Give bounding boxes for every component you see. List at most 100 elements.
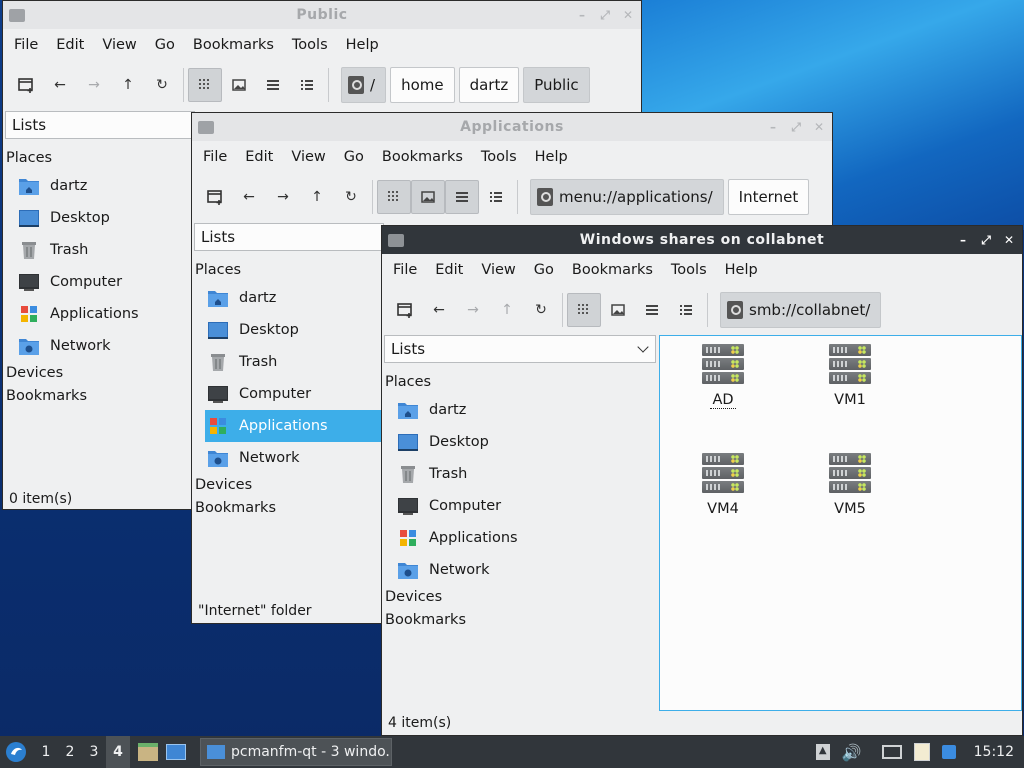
file-manager-launcher-icon[interactable] (138, 743, 158, 761)
workspace-1[interactable]: 1 (34, 744, 58, 760)
place-applications[interactable]: Applications (205, 410, 385, 442)
start-menu-icon[interactable] (0, 736, 32, 768)
menu-go[interactable]: Go (525, 262, 563, 278)
clock[interactable]: 15:12 (974, 744, 1014, 760)
crumb-home[interactable]: home (390, 67, 455, 103)
devices-heading[interactable]: Devices (195, 477, 252, 493)
new-tab-icon[interactable] (198, 180, 232, 214)
server-item[interactable]: VM1 (795, 344, 905, 408)
place-dartz[interactable]: dartz (6, 170, 196, 202)
places-heading[interactable]: Places (385, 374, 431, 390)
up-icon[interactable]: ↑ (111, 68, 145, 102)
menu-bookmarks[interactable]: Bookmarks (184, 37, 283, 53)
side-pane-mode-select[interactable]: Lists (194, 223, 384, 251)
compact-view-icon[interactable] (256, 68, 290, 102)
detailed-view-icon[interactable] (479, 180, 513, 214)
menu-view[interactable]: View (472, 262, 524, 278)
devices-heading[interactable]: Devices (385, 589, 442, 605)
place-dartz[interactable]: dartz (195, 282, 385, 314)
thumbnail-view-icon[interactable] (411, 180, 445, 214)
clipboard-icon[interactable] (913, 743, 930, 761)
new-tab-icon[interactable] (9, 68, 43, 102)
server-item[interactable]: AD (668, 344, 778, 409)
bookmarks-heading[interactable]: Bookmarks (195, 500, 276, 516)
place-network[interactable]: Network (385, 554, 655, 586)
bookmarks-heading[interactable]: Bookmarks (385, 612, 466, 628)
menu-view[interactable]: View (282, 149, 334, 165)
menu-go[interactable]: Go (335, 149, 373, 165)
minimize-icon[interactable]: – (766, 120, 780, 134)
place-applications[interactable]: Applications (6, 298, 196, 330)
crumb-internet[interactable]: Internet (727, 179, 810, 215)
menu-go[interactable]: Go (146, 37, 184, 53)
menu-bookmarks[interactable]: Bookmarks (563, 262, 662, 278)
place-applications[interactable]: Applications (385, 522, 655, 554)
location-path[interactable]: menu://applications/ (530, 179, 724, 215)
minimize-icon[interactable]: – (575, 8, 589, 22)
menu-tools[interactable]: Tools (662, 262, 716, 278)
thumbnail-view-icon[interactable] (222, 68, 256, 102)
window-shares[interactable]: Windows shares on collabnet – ⤢ ✕ File E… (381, 225, 1023, 736)
places-heading[interactable]: Places (195, 262, 241, 278)
reload-icon[interactable]: ↻ (145, 68, 179, 102)
back-icon[interactable]: ← (43, 68, 77, 102)
menu-bookmarks[interactable]: Bookmarks (373, 149, 472, 165)
icon-view-icon[interactable] (377, 180, 411, 214)
menu-edit[interactable]: Edit (47, 37, 93, 53)
side-pane-mode-select[interactable]: Lists (384, 335, 656, 363)
reload-icon[interactable]: ↻ (334, 180, 368, 214)
menu-edit[interactable]: Edit (426, 262, 472, 278)
place-network[interactable]: Network (6, 330, 196, 362)
reload-icon[interactable]: ↻ (524, 293, 558, 327)
back-icon[interactable]: ← (232, 180, 266, 214)
place-trash[interactable]: Trash (6, 234, 196, 266)
place-desktop[interactable]: Desktop (195, 314, 385, 346)
menu-tools[interactable]: Tools (283, 37, 337, 53)
icon-view-icon[interactable] (567, 293, 601, 327)
crumb-public[interactable]: Public (523, 67, 590, 103)
compact-view-icon[interactable] (445, 180, 479, 214)
new-tab-icon[interactable] (388, 293, 422, 327)
place-network[interactable]: Network (195, 442, 385, 474)
menu-help[interactable]: Help (526, 149, 577, 165)
forward-icon[interactable]: → (456, 293, 490, 327)
forward-icon[interactable]: → (266, 180, 300, 214)
crumb-dartz[interactable]: dartz (458, 67, 520, 103)
location-path[interactable]: smb://collabnet/ (720, 292, 882, 328)
volume-icon[interactable]: 🔊 (842, 743, 862, 762)
up-icon[interactable]: ↑ (490, 293, 524, 327)
place-trash[interactable]: Trash (195, 346, 385, 378)
place-desktop[interactable]: Desktop (6, 202, 196, 234)
task-button-pcmanfm[interactable]: pcmanfm-qt - 3 windo... (200, 738, 392, 766)
eject-icon[interactable]: ▲ (815, 744, 830, 760)
place-computer[interactable]: Computer (385, 490, 655, 522)
devices-heading[interactable]: Devices (6, 365, 63, 381)
titlebar[interactable]: Public – ⤢ ✕ (3, 1, 641, 29)
detailed-view-icon[interactable] (669, 293, 703, 327)
file-view[interactable]: AD VM1 VM4 VM5 (659, 335, 1022, 711)
place-computer[interactable]: Computer (6, 266, 196, 298)
back-icon[interactable]: ← (422, 293, 456, 327)
close-icon[interactable]: ✕ (812, 120, 826, 134)
menu-file[interactable]: File (194, 149, 236, 165)
maximize-icon[interactable]: ⤢ (598, 8, 612, 22)
close-icon[interactable]: ✕ (621, 8, 635, 22)
places-heading[interactable]: Places (6, 150, 52, 166)
workspace-4[interactable]: 4 (106, 736, 130, 768)
crumb-root[interactable]: / (341, 67, 387, 103)
forward-icon[interactable]: → (77, 68, 111, 102)
menu-file[interactable]: File (384, 262, 426, 278)
side-pane-mode-select[interactable]: Lists (5, 111, 195, 139)
titlebar[interactable]: Applications – ⤢ ✕ (192, 113, 832, 141)
minimize-icon[interactable]: – (956, 233, 970, 247)
place-trash[interactable]: Trash (385, 458, 655, 490)
menu-file[interactable]: File (5, 37, 47, 53)
place-dartz[interactable]: dartz (385, 394, 655, 426)
maximize-icon[interactable]: ⤢ (789, 120, 803, 134)
place-computer[interactable]: Computer (195, 378, 385, 410)
menu-help[interactable]: Help (716, 262, 767, 278)
update-notifier-icon[interactable] (941, 745, 956, 759)
compact-view-icon[interactable] (635, 293, 669, 327)
menu-help[interactable]: Help (337, 37, 388, 53)
menu-tools[interactable]: Tools (472, 149, 526, 165)
